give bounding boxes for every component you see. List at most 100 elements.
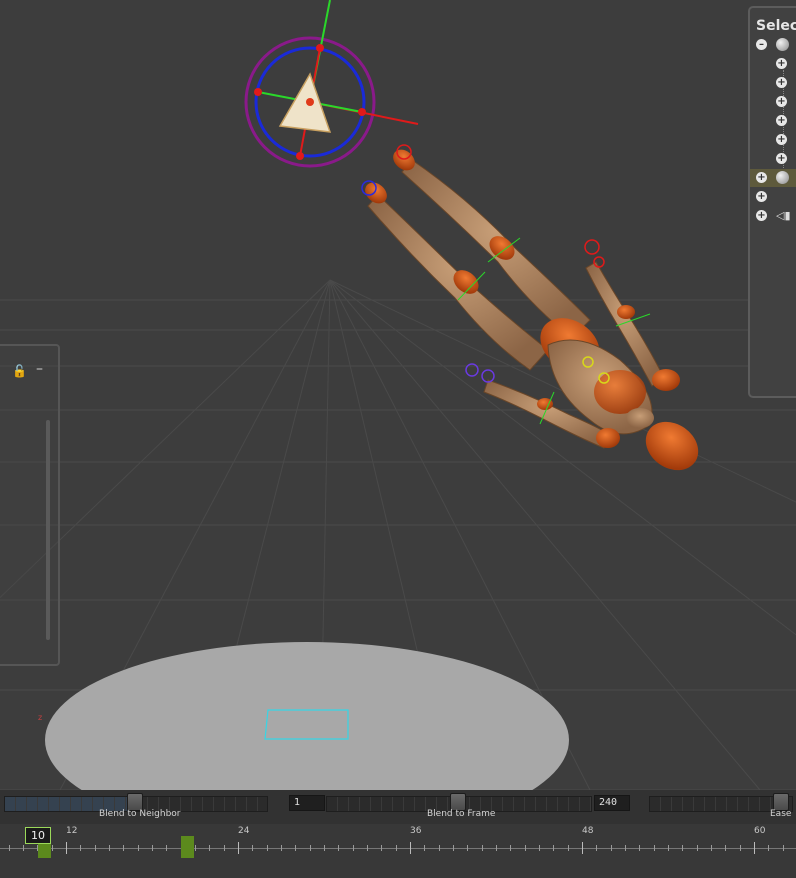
timeline-tick — [596, 845, 597, 851]
left-panel-scrollbar[interactable] — [46, 420, 50, 640]
timeline-tick — [496, 845, 497, 851]
timeline-tick — [9, 845, 10, 851]
tree-row-camera[interactable]: + ◁▮ — [750, 207, 796, 225]
timeline-tick — [267, 845, 268, 851]
timeline-tick — [654, 845, 655, 851]
tree-row[interactable]: + — [750, 93, 796, 111]
keyframe-marker[interactable] — [181, 836, 194, 858]
timeline-tick — [295, 845, 296, 851]
timeline-tick — [80, 845, 81, 851]
timeline-tick — [467, 845, 468, 851]
timeline-tick — [783, 845, 784, 851]
tree-row[interactable]: + — [750, 55, 796, 73]
timeline-track — [0, 848, 796, 849]
timeline-tick — [539, 845, 540, 851]
expand-icon[interactable]: + — [776, 115, 787, 126]
tree-row[interactable]: + — [750, 150, 796, 168]
expand-icon[interactable]: + — [776, 134, 787, 145]
timeline-tick — [510, 845, 511, 851]
timeline-tick — [424, 845, 425, 851]
timeline-tick — [453, 845, 454, 851]
timeline-tick — [95, 845, 96, 851]
lock-open-icon[interactable]: 🔓 — [12, 364, 27, 378]
timeline-tick — [668, 845, 669, 851]
svg-text:z: z — [38, 713, 42, 722]
timeline-tick — [381, 845, 382, 851]
timeline[interactable]: 10 12 24 36 48 60 — [0, 824, 796, 878]
timeline-tick — [410, 842, 411, 854]
left-panel-header: 🔓 – — [0, 346, 58, 392]
timeline-tick — [166, 845, 167, 851]
expand-icon[interactable]: + — [756, 210, 767, 221]
timeline-tick — [768, 845, 769, 851]
timeline-tick — [582, 842, 583, 854]
timeline-tick — [525, 845, 526, 851]
timeline-tick — [754, 842, 755, 854]
timeline-tick — [740, 845, 741, 851]
timeline-tick — [66, 842, 67, 854]
timeline-tick — [439, 845, 440, 851]
timeline-tick — [152, 845, 153, 851]
ease-label: Ease — [770, 809, 792, 819]
selection-panel-title: Selecti — [756, 18, 796, 34]
timeline-tick — [482, 845, 483, 851]
timeline-tick — [711, 845, 712, 851]
timeline-tick — [224, 845, 225, 851]
timeline-tick — [23, 845, 24, 851]
timeline-tick-label: 48 — [582, 826, 594, 836]
timeline-tick — [725, 845, 726, 851]
timeline-tick — [625, 845, 626, 851]
timeline-tick — [568, 845, 569, 851]
timeline-tick — [553, 845, 554, 851]
tree-row[interactable]: + — [750, 188, 796, 206]
timeline-tick — [611, 845, 612, 851]
collapse-button[interactable]: – — [36, 361, 43, 377]
timeline-tick — [353, 845, 354, 851]
selection-panel: Selecti – + + + + + + + + + ◁▮ — [748, 6, 796, 398]
expand-icon[interactable]: + — [776, 153, 787, 164]
timeline-tick — [682, 845, 683, 851]
timeline-tick-label: 60 — [754, 826, 766, 836]
tree-row-selected[interactable]: + — [750, 169, 796, 187]
tree-row-root[interactable]: – — [750, 36, 796, 54]
timeline-tick — [396, 845, 397, 851]
timeline-tick — [195, 845, 196, 851]
timeline-tick — [367, 845, 368, 851]
blend-to-neighbor-label: Blend to Neighbor — [99, 809, 181, 819]
object-icon — [776, 38, 789, 51]
expand-icon[interactable]: + — [776, 77, 787, 88]
timeline-tick — [238, 842, 239, 854]
tree-row[interactable]: + — [750, 74, 796, 92]
timeline-tick-label: 12 — [66, 826, 78, 836]
tree-row[interactable]: + — [750, 112, 796, 130]
expand-icon[interactable]: + — [776, 96, 787, 107]
timeline-tick — [639, 845, 640, 851]
timeline-tick — [324, 845, 325, 851]
current-frame-indicator[interactable]: 10 — [25, 827, 51, 844]
3d-viewport[interactable]: z 🔓 – Selec – + + + + + + + + + ◁▮ — [0, 0, 796, 790]
timeline-tick — [123, 845, 124, 851]
collapse-icon[interactable]: – — [756, 39, 767, 50]
blend-to-frame-label: Blend to Frame — [427, 809, 496, 819]
timeline-tick-label: 36 — [410, 826, 422, 836]
timeline-tick — [310, 845, 311, 851]
left-floating-panel: 🔓 – — [0, 344, 60, 666]
timeline-tick — [281, 845, 282, 851]
viewport-canvas[interactable]: z — [0, 0, 796, 790]
camera-icon: ◁▮ — [776, 209, 791, 222]
expand-icon[interactable]: + — [776, 58, 787, 69]
timeline-tick — [252, 845, 253, 851]
timeline-tick — [338, 845, 339, 851]
tree-row[interactable]: + — [750, 131, 796, 149]
timeline-tick — [138, 845, 139, 851]
timeline-tick — [52, 845, 53, 851]
object-icon — [776, 171, 789, 184]
expand-icon[interactable]: + — [756, 191, 767, 202]
frame-start-field[interactable]: 1 — [289, 795, 325, 811]
timeline-tick — [697, 845, 698, 851]
expand-icon[interactable]: + — [756, 172, 767, 183]
timeline-tick — [109, 845, 110, 851]
timeline-tick — [209, 845, 210, 851]
frame-end-field[interactable]: 240 — [594, 795, 630, 811]
timeline-tick-label: 24 — [238, 826, 250, 836]
